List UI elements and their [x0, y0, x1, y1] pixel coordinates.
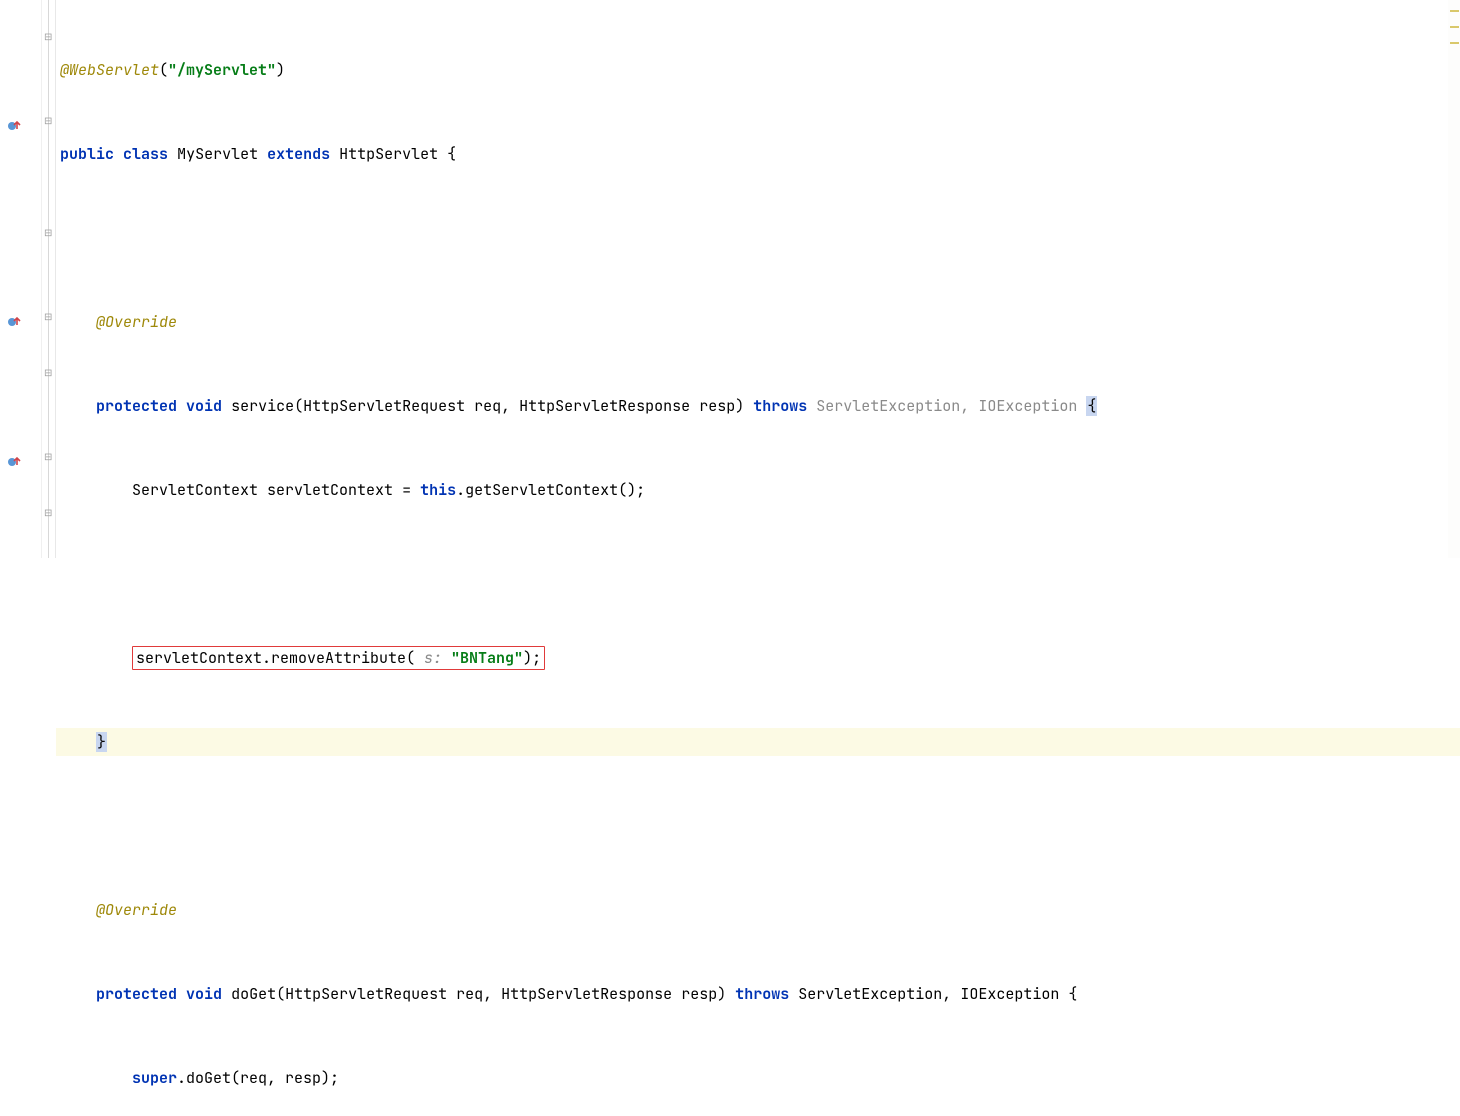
override-up-icon[interactable] — [6, 314, 22, 330]
fold-guide-line — [48, 0, 49, 558]
code-content[interactable]: @WebServlet("/myServlet") public class M… — [56, 0, 1460, 558]
matched-brace: { — [1086, 396, 1097, 416]
code-line-caret[interactable]: } — [56, 728, 1460, 756]
warning-marker[interactable] — [1450, 26, 1459, 28]
code-line[interactable]: ServletContext servletContext = this.get… — [56, 476, 1460, 504]
fold-start-icon[interactable]: ⊟ — [44, 32, 54, 42]
code-line[interactable] — [56, 812, 1460, 840]
string-literal: "/myServlet" — [168, 60, 276, 80]
fold-start-icon[interactable]: ⊟ — [44, 116, 54, 126]
matched-brace: } — [96, 732, 107, 752]
code-line[interactable]: @Override — [56, 896, 1460, 924]
code-line[interactable]: servletContext.removeAttribute( s: "BNTa… — [56, 644, 1460, 672]
code-line[interactable]: @Override — [56, 308, 1460, 336]
annotation: @WebServlet — [60, 60, 159, 80]
fold-end-icon[interactable]: ⊟ — [44, 228, 54, 238]
fold-start-icon[interactable]: ⊟ — [44, 452, 54, 462]
highlighted-call: servletContext.removeAttribute( s: "BNTa… — [132, 646, 545, 670]
editor-gutter[interactable] — [0, 0, 42, 558]
code-editor: ⊟ ⊟ ⊟ ⊟ ⊟ ⊟ ⊟ @WebServlet("/myServlet") … — [0, 0, 1460, 558]
parameter-hint: s: — [415, 648, 451, 668]
code-line[interactable]: protected void doGet(HttpServletRequest … — [56, 980, 1460, 1008]
fold-start-icon[interactable]: ⊟ — [44, 312, 54, 322]
fold-end-icon[interactable]: ⊟ — [44, 368, 54, 378]
warning-marker[interactable] — [1450, 42, 1459, 44]
code-line[interactable] — [56, 224, 1460, 252]
warning-marker[interactable] — [1450, 10, 1459, 12]
error-stripe[interactable] — [1448, 0, 1460, 558]
code-line[interactable]: protected void service(HttpServletReques… — [56, 392, 1460, 420]
override-up-icon[interactable] — [6, 118, 22, 134]
code-line[interactable]: @WebServlet("/myServlet") — [56, 56, 1460, 84]
code-line[interactable] — [56, 560, 1460, 588]
fold-column[interactable]: ⊟ ⊟ ⊟ ⊟ ⊟ ⊟ ⊟ — [42, 0, 56, 558]
override-up-icon[interactable] — [6, 454, 22, 470]
fold-end-icon[interactable]: ⊟ — [44, 508, 54, 518]
code-line[interactable]: super.doGet(req, resp); — [56, 1064, 1460, 1092]
code-line[interactable]: public class MyServlet extends HttpServl… — [56, 140, 1460, 168]
